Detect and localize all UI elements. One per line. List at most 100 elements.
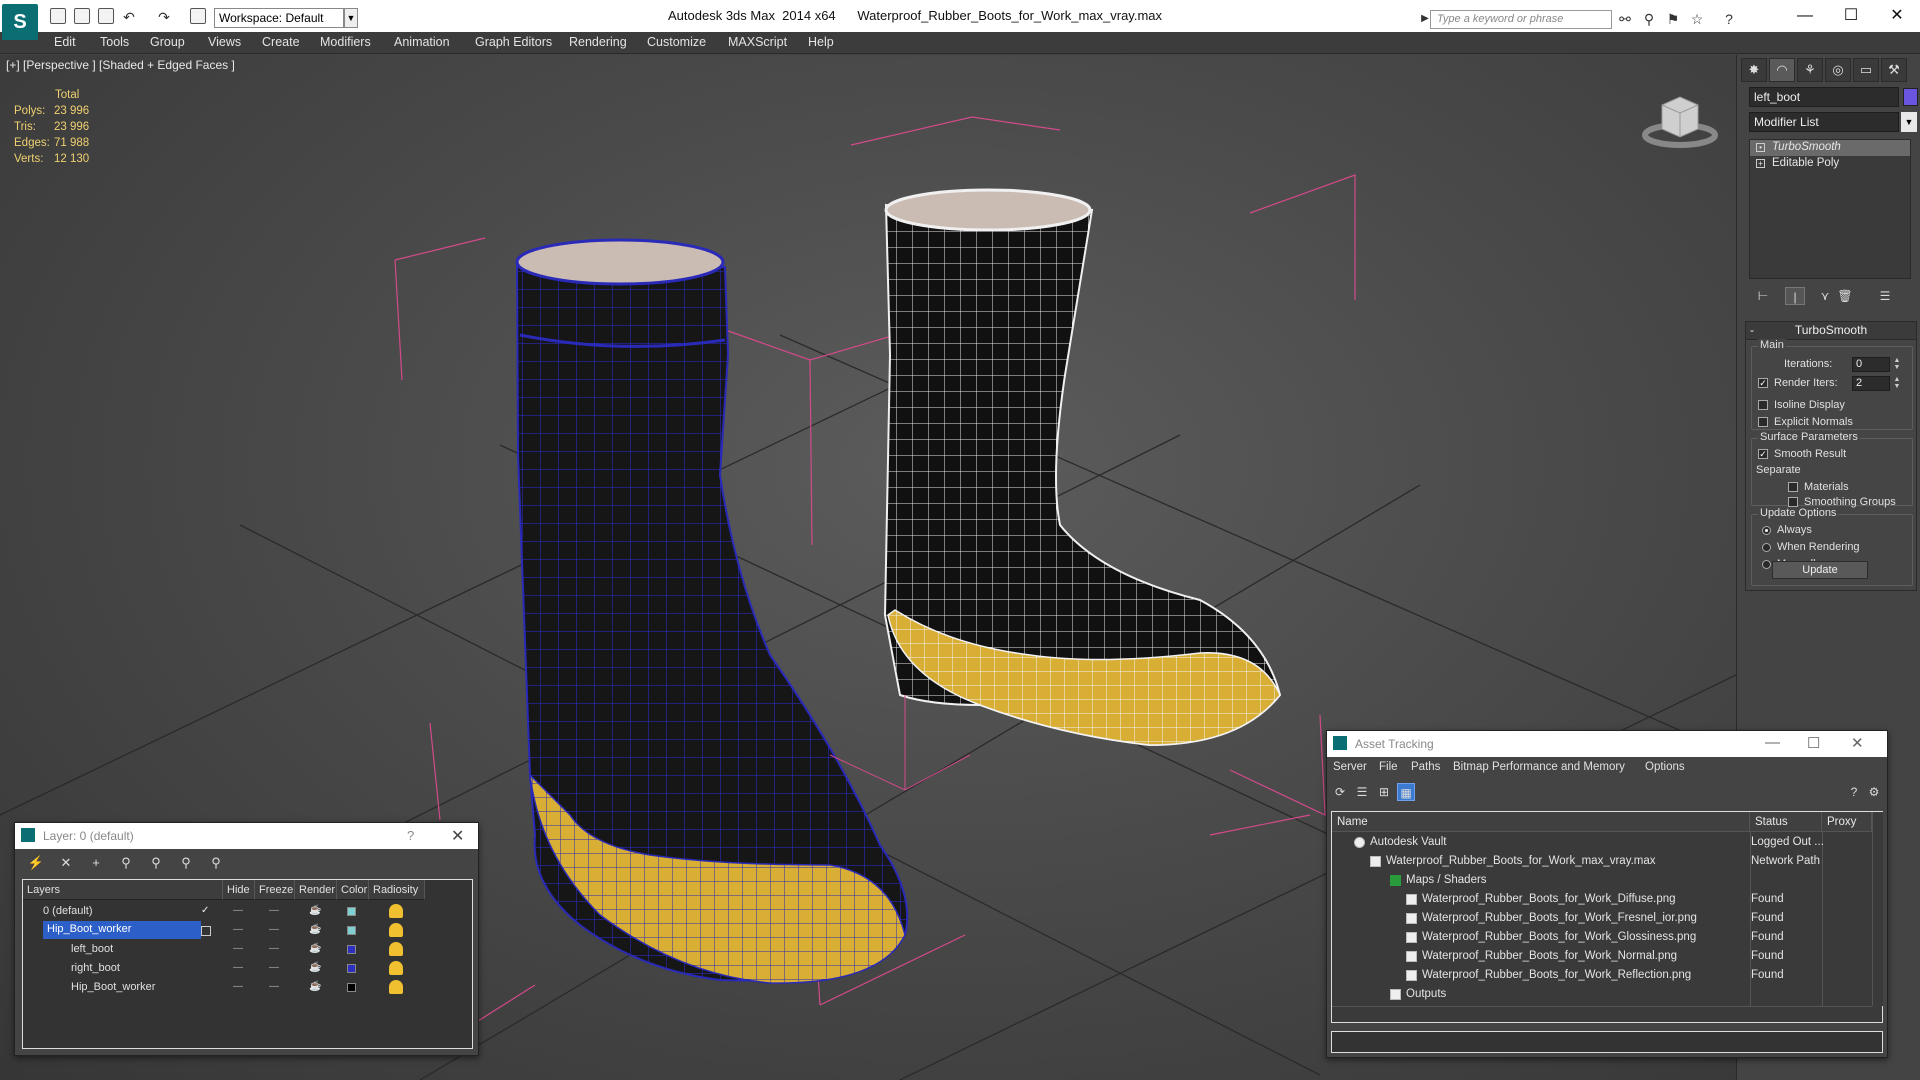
maximize-button[interactable]: ☐: [1807, 734, 1820, 752]
stack-item-editable-poly[interactable]: + Editable Poly: [1750, 156, 1910, 172]
object-color-swatch[interactable]: [1903, 88, 1918, 106]
chevron-down-icon[interactable]: ▼: [1901, 112, 1917, 132]
menu-edit[interactable]: Edit: [54, 35, 76, 49]
render-iters-checkbox[interactable]: ✓: [1758, 378, 1768, 389]
menu-modifiers[interactable]: Modifiers: [320, 35, 371, 49]
isoline-display-row[interactable]: Isoline Display: [1758, 399, 1845, 411]
layer-color-swatch[interactable]: [347, 983, 356, 992]
menu-customize[interactable]: Customize: [647, 35, 706, 49]
hide-toggle[interactable]: —: [233, 924, 243, 935]
spinner-arrows-icon[interactable]: ▲ ▼: [1892, 357, 1902, 372]
minimize-button[interactable]: —: [1782, 3, 1828, 29]
asset-row[interactable]: Waterproof_Rubber_Boots_for_Work_Glossin…: [1332, 928, 1872, 947]
make-unique-icon[interactable]: ⋎: [1815, 287, 1835, 305]
hide-toggle[interactable]: —: [233, 981, 243, 992]
column-header-render[interactable]: Render: [295, 880, 337, 900]
delete-layer-icon[interactable]: ✕: [57, 855, 75, 871]
motion-tab-icon[interactable]: ◎: [1825, 58, 1851, 82]
menu-help[interactable]: Help: [808, 35, 834, 49]
render-teapot-icon[interactable]: ☕: [309, 981, 321, 992]
menu-paths[interactable]: Paths: [1411, 761, 1440, 773]
isoline-checkbox[interactable]: [1758, 400, 1768, 411]
when-rendering-row[interactable]: When Rendering: [1762, 541, 1860, 553]
freeze-all-icon[interactable]: ⚲: [207, 855, 225, 871]
materials-checkbox[interactable]: [1788, 482, 1798, 493]
menu-graph-editors[interactable]: Graph Editors: [475, 35, 552, 49]
update-button[interactable]: Update: [1772, 561, 1868, 579]
layer-row[interactable]: 0 (default) ✓ — — ☕: [23, 902, 443, 921]
column-header-proxy[interactable]: Proxy: [1822, 812, 1872, 832]
select-layer-icon[interactable]: ⚲: [147, 855, 165, 871]
lightbulb-icon[interactable]: •: [1756, 143, 1765, 152]
pin-stack-icon[interactable]: ⊢: [1753, 287, 1773, 305]
asset-row[interactable]: Outputs: [1332, 985, 1872, 1004]
hide-toggle[interactable]: —: [233, 905, 243, 916]
horizontal-scrollbar[interactable]: [1332, 1006, 1872, 1022]
always-radio[interactable]: [1762, 525, 1771, 535]
radiosity-icon[interactable]: [389, 942, 403, 956]
show-end-result-icon[interactable]: |: [1785, 287, 1805, 305]
radiosity-icon[interactable]: [389, 923, 403, 937]
layer-color-swatch[interactable]: [347, 964, 356, 973]
asset-row[interactable]: Waterproof_Rubber_Boots_for_Work_Diffuse…: [1332, 890, 1872, 909]
current-layer-check-icon[interactable]: ✓: [201, 905, 209, 916]
menu-file[interactable]: File: [1379, 761, 1398, 773]
binoculars-icon[interactable]: ⚯: [1616, 10, 1634, 28]
when-rendering-radio[interactable]: [1762, 542, 1771, 552]
menu-tools[interactable]: Tools: [100, 35, 129, 49]
new-file-icon[interactable]: [50, 8, 66, 24]
close-icon[interactable]: ✕: [451, 826, 464, 846]
hide-toggle[interactable]: —: [233, 943, 243, 954]
render-teapot-icon[interactable]: ☕: [309, 905, 321, 916]
utilities-tab-icon[interactable]: ⚒: [1881, 58, 1907, 82]
select-objects-icon[interactable]: ⚲: [117, 855, 135, 871]
layer-color-swatch[interactable]: [347, 926, 356, 935]
help-icon[interactable]: ?: [1845, 783, 1863, 801]
close-button[interactable]: ✕: [1874, 3, 1920, 29]
viewcube-icon[interactable]: [1640, 85, 1730, 155]
app-menu-button[interactable]: S: [2, 4, 38, 40]
save-file-icon[interactable]: [98, 8, 114, 24]
create-tab-icon[interactable]: ✸: [1741, 58, 1767, 82]
current-layer-box[interactable]: [201, 926, 211, 936]
dialog-titlebar[interactable]: Layer: 0 (default) ? ✕: [15, 823, 478, 849]
render-iters-row[interactable]: ✓ Render Iters:: [1758, 377, 1838, 389]
asset-row[interactable]: Waterproof_Rubber_Boots_for_Work_max_vra…: [1332, 852, 1872, 871]
hide-all-icon[interactable]: ⚲: [177, 855, 195, 871]
hierarchy-tab-icon[interactable]: ⚘: [1797, 58, 1823, 82]
menu-create[interactable]: Create: [262, 35, 300, 49]
project-folder-icon[interactable]: [190, 8, 206, 24]
maximize-button[interactable]: ☐: [1828, 3, 1874, 29]
dialog-titlebar[interactable]: Asset Tracking — ☐ ✕: [1327, 731, 1887, 757]
hide-toggle[interactable]: —: [233, 962, 243, 973]
render-teapot-icon[interactable]: ☕: [309, 924, 321, 935]
freeze-toggle[interactable]: —: [269, 924, 279, 935]
layer-row[interactable]: left_boot — — ☕: [23, 940, 443, 959]
favorites-star-icon[interactable]: ☆: [1688, 10, 1706, 28]
display-tab-icon[interactable]: ▭: [1853, 58, 1879, 82]
asset-path-field[interactable]: [1331, 1031, 1883, 1053]
open-file-icon[interactable]: [74, 8, 90, 24]
manually-radio[interactable]: [1762, 559, 1771, 569]
menu-maxscript[interactable]: MAXScript: [728, 35, 787, 49]
refresh-icon[interactable]: ⟳: [1331, 783, 1349, 801]
asset-row[interactable]: Maps / Shaders: [1332, 871, 1872, 890]
tree-view-icon[interactable]: ⊞: [1375, 783, 1393, 801]
freeze-toggle[interactable]: —: [269, 905, 279, 916]
asset-row[interactable]: Waterproof_Rubber_Boots_for_Work_Reflect…: [1332, 966, 1872, 985]
menu-views[interactable]: Views: [208, 35, 241, 49]
exchange-icon[interactable]: ⚑: [1664, 10, 1682, 28]
menu-server[interactable]: Server: [1333, 761, 1367, 773]
render-teapot-icon[interactable]: ☕: [309, 962, 321, 973]
asset-row[interactable]: Autodesk Vault Logged Out ...: [1332, 833, 1872, 852]
column-header-color[interactable]: Color: [337, 880, 369, 900]
add-to-layer-icon[interactable]: +: [87, 855, 105, 871]
freeze-toggle[interactable]: —: [269, 943, 279, 954]
always-row[interactable]: Always: [1762, 524, 1812, 536]
freeze-toggle[interactable]: —: [269, 981, 279, 992]
menu-animation[interactable]: Animation: [394, 35, 450, 49]
explicit-normals-row[interactable]: Explicit Normals: [1758, 416, 1853, 428]
iterations-spinner[interactable]: 0: [1852, 357, 1890, 372]
modify-tab-icon[interactable]: ◠: [1769, 58, 1795, 82]
configure-sets-icon[interactable]: ☰: [1875, 287, 1895, 305]
